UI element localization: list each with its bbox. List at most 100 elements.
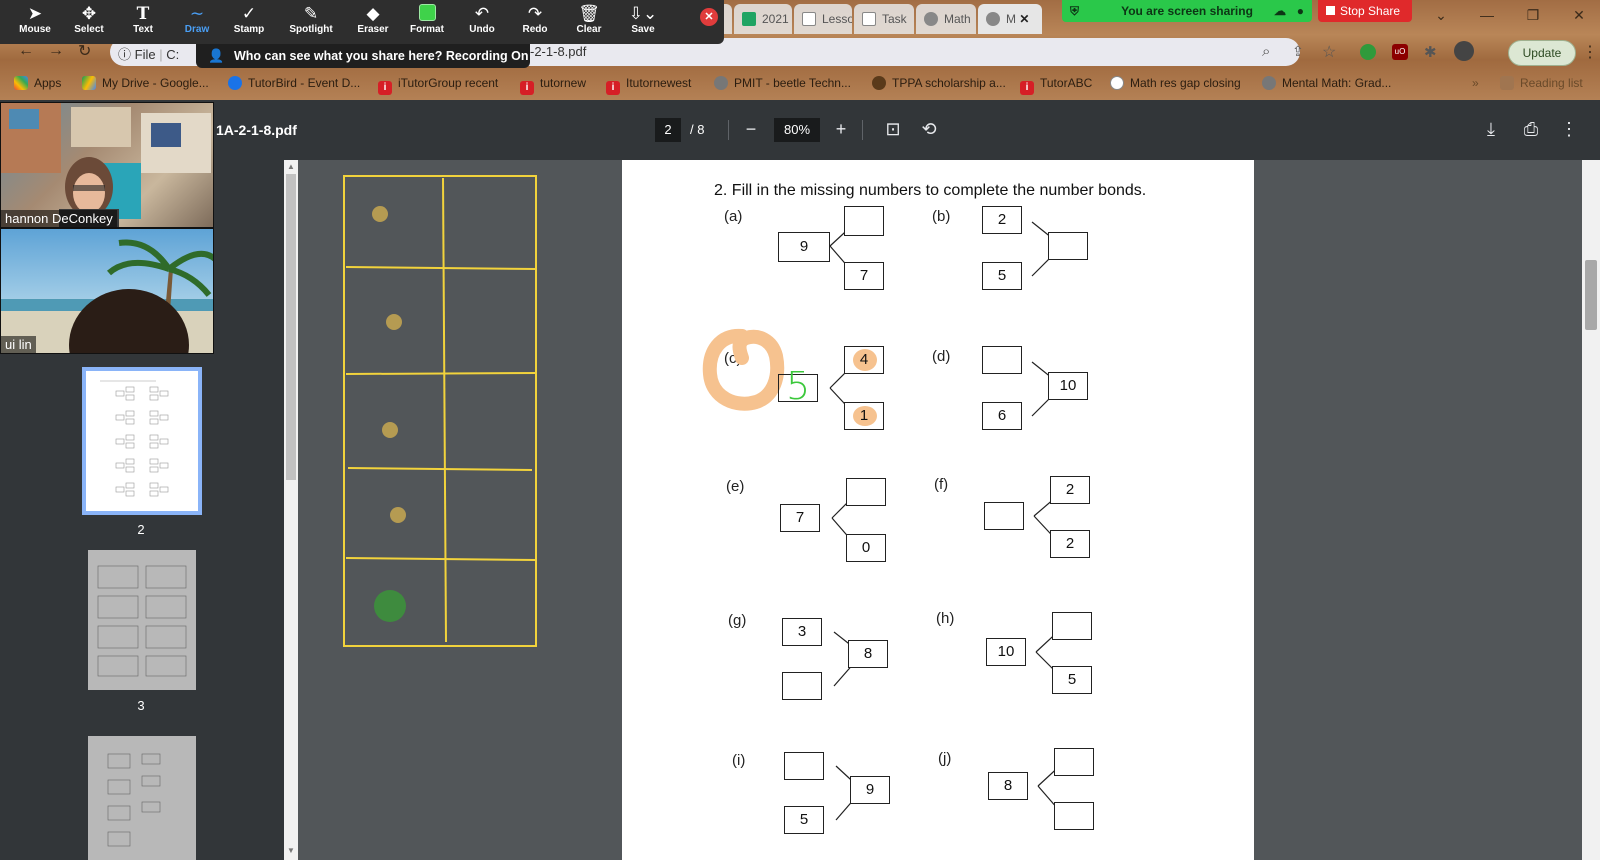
browser-tab-lesson[interactable]: Lesso — [794, 4, 852, 34]
bond-d-part1 — [982, 346, 1022, 374]
scrollbar-thumb[interactable] — [286, 174, 296, 480]
close-window-icon[interactable]: ✕ — [1556, 0, 1600, 30]
item-label-a: (a) — [724, 208, 743, 225]
pdf-page: 2. Fill in the missing numbers to comple… — [622, 160, 1254, 860]
tool-format[interactable]: Format — [400, 4, 454, 35]
bookmark-tutorbird[interactable]: TutorBird - Event D... — [228, 76, 360, 90]
bookmark-star-icon[interactable]: ☆ — [1322, 42, 1336, 62]
bond-h-whole: 10 — [986, 638, 1026, 666]
counter-dot — [374, 590, 406, 622]
main-scrollbar[interactable] — [1582, 160, 1600, 860]
back-icon[interactable]: ← — [18, 42, 34, 60]
forward-icon[interactable]: → — [48, 42, 64, 60]
zoom-magnifier-icon[interactable]: ⌕ — [1262, 43, 1270, 60]
extension-icon[interactable] — [1360, 44, 1376, 60]
minimize-icon[interactable]: — — [1464, 0, 1510, 30]
bookmark-pmit[interactable]: PMIT - beetle Techn... — [714, 76, 851, 90]
bond-b-part2: 5 — [982, 262, 1022, 290]
zoom-in-icon[interactable]: + — [826, 114, 856, 144]
tool-save[interactable]: ⇩⌄ Save — [616, 4, 670, 35]
bookmark-apps[interactable]: Apps — [14, 76, 61, 90]
sidebar-scrollbar[interactable]: ▲ ▼ — [284, 160, 298, 860]
tool-draw[interactable]: ∼ Draw — [170, 4, 224, 35]
share-icon[interactable]: ⇪ — [1292, 43, 1304, 60]
bookmark-itutornewest[interactable]: i Itutornewest — [606, 76, 691, 95]
update-button[interactable]: Update — [1508, 40, 1576, 66]
bookmark-itutorgroup[interactable]: i iTutorGroup recent — [378, 76, 498, 95]
restore-icon[interactable]: ❐ — [1510, 0, 1556, 30]
item-label-i: (i) — [732, 752, 746, 769]
bookmark-drive[interactable]: My Drive - Google... — [82, 76, 209, 90]
bond-a-part2: 7 — [844, 262, 884, 290]
item-label-j: (j) — [938, 750, 952, 767]
bookmark-tutorabc[interactable]: i TutorABC — [1020, 76, 1092, 95]
bookmark-tutornew[interactable]: i tutornew — [520, 76, 586, 95]
bookmark-tppa[interactable]: TPPA scholarship a... — [872, 76, 1006, 90]
browser-tab-active[interactable]: M ✕ — [978, 4, 1042, 34]
bond-a-part1 — [844, 206, 884, 236]
draw-squiggle-icon: ∼ — [189, 4, 205, 23]
participant-name: hannon DeConkey — [1, 210, 117, 227]
tool-text[interactable]: T Text — [116, 4, 170, 35]
browser-tab-math[interactable]: Math — [916, 4, 976, 34]
itutor-icon: i — [606, 81, 620, 95]
screen-sharing-banner[interactable]: ⛨ You are screen sharing ☁ ● — [1062, 0, 1312, 22]
tool-spotlight[interactable]: ✎ Spotlight — [284, 4, 338, 35]
more-options-icon[interactable]: ⋮ — [1554, 114, 1584, 144]
divider — [728, 120, 729, 140]
scroll-down-icon[interactable]: ▼ — [287, 846, 295, 855]
tutorbird-icon — [228, 76, 242, 90]
bookmark-math-res[interactable]: Math res gap closing — [1110, 76, 1241, 90]
close-toolbar-icon[interactable]: ✕ — [700, 8, 718, 26]
tab-close-icon[interactable]: ✕ — [1019, 12, 1029, 26]
participant-name: ui lin — [1, 336, 36, 353]
globe-icon — [924, 12, 938, 26]
profile-avatar[interactable] — [1454, 41, 1474, 61]
browser-tab-sheets[interactable]: 2021 — [734, 4, 792, 34]
thumbnail-page-4[interactable] — [88, 736, 196, 860]
bond-i-whole: 9 — [850, 776, 890, 804]
itutor-icon: i — [378, 81, 392, 95]
video-tile-teacher[interactable]: hannon DeConkey — [0, 102, 214, 228]
tool-clear[interactable]: 🗑 Clear — [562, 4, 616, 35]
mouse-pointer-icon: ➤ — [27, 4, 43, 23]
ublock-icon[interactable]: uO — [1392, 44, 1408, 60]
zoom-input[interactable]: 80% — [774, 118, 820, 142]
page-number-input[interactable]: 2 — [655, 118, 681, 142]
download-icon[interactable]: ⤓ — [1476, 114, 1506, 144]
scrollbar-thumb[interactable] — [1585, 260, 1597, 330]
reload-icon[interactable]: ↻ — [78, 41, 91, 61]
browser-tab-task[interactable]: Task — [854, 4, 914, 34]
rotate-icon[interactable]: ⟲ — [914, 114, 944, 144]
thumbnail-page-3[interactable] — [88, 550, 196, 690]
zoom-out-icon[interactable]: − — [736, 114, 766, 144]
stamp-check-icon: ✓ — [241, 4, 257, 23]
eraser-icon: ◆ — [366, 4, 380, 23]
tool-select[interactable]: ✥ Select — [62, 4, 116, 35]
bond-e-part2: 0 — [846, 534, 886, 562]
tool-stamp[interactable]: ✓ Stamp — [222, 4, 276, 35]
fit-page-icon[interactable]: ⊡ — [878, 114, 908, 144]
globe-icon — [714, 76, 728, 90]
tool-eraser[interactable]: ◆ Eraser — [346, 4, 400, 35]
video-tile-student[interactable]: ui lin — [0, 228, 214, 354]
site-info[interactable]: ⓘ File | C: — [118, 44, 179, 63]
print-icon[interactable]: ⎙ — [1516, 114, 1546, 144]
extensions-puzzle-icon[interactable]: ✱ — [1424, 43, 1437, 61]
tool-mouse[interactable]: ➤ Mouse — [8, 4, 62, 35]
scroll-up-icon[interactable]: ▲ — [287, 162, 295, 171]
bond-i-part2: 5 — [784, 806, 824, 834]
thumbnail-page-2[interactable] — [82, 367, 202, 515]
bookmark-overflow-icon[interactable]: » — [1472, 76, 1479, 90]
menu-dots-icon[interactable]: ⋮ — [1582, 42, 1598, 62]
tool-undo[interactable]: ↶ Undo — [455, 4, 509, 35]
item-label-g: (g) — [728, 612, 747, 629]
tool-redo[interactable]: ↷ Redo — [508, 4, 562, 35]
bookmark-mental-math[interactable]: Mental Math: Grad... — [1262, 76, 1391, 90]
stop-share-button[interactable]: Stop Share — [1318, 0, 1412, 22]
redo-icon: ↷ — [527, 4, 543, 23]
tab-search-icon[interactable]: ⌄ — [1418, 0, 1464, 30]
reading-list[interactable]: Reading list — [1500, 76, 1583, 90]
annotation-toolbar: ➤ Mouse ✥ Select T Text ∼ Draw ✓ Stamp ✎ Spotl… — [0, 0, 724, 44]
bond-e-whole: 7 — [780, 504, 820, 532]
